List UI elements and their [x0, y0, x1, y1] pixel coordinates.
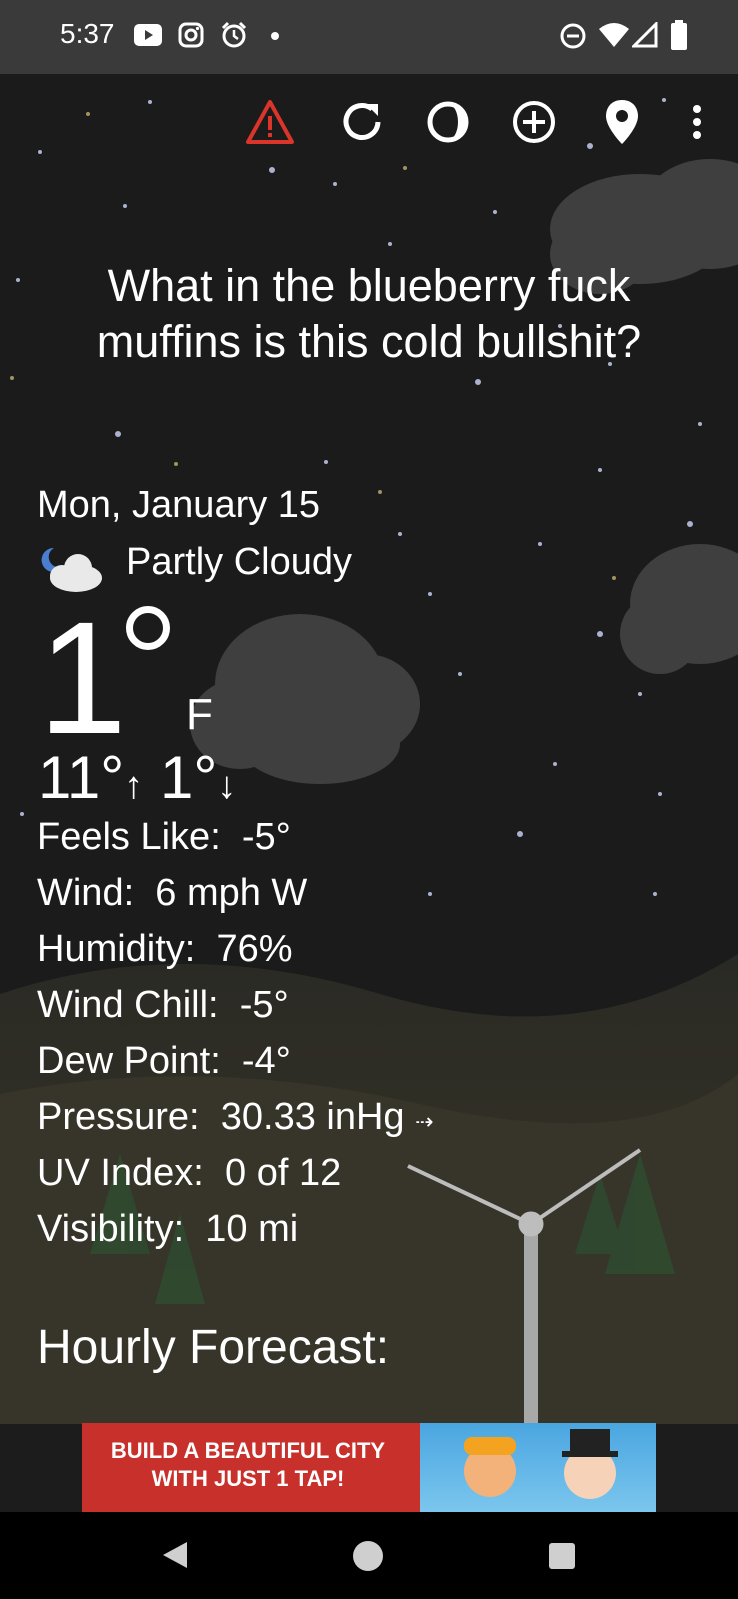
do-not-disturb-icon [560, 23, 586, 49]
partly-cloudy-night-icon [41, 547, 102, 592]
ad-characters-image [464, 1429, 618, 1499]
low-temp: 1° [159, 744, 218, 811]
detail-uv-index: UV Index: 0 of 12 [37, 1152, 342, 1194]
overflow-menu-icon[interactable] [682, 96, 712, 148]
instagram-icon [178, 22, 204, 48]
status-time: 5:37 [60, 18, 115, 49]
temperature-unit: F [186, 690, 213, 739]
high-temp: 11° [38, 744, 125, 811]
forecast-date: Mon, January 15 [37, 484, 321, 526]
pressure-trend-icon: ⇢ [415, 1109, 434, 1134]
youtube-icon [134, 24, 162, 46]
status-bar: 5:37 [0, 0, 738, 74]
add-location-icon[interactable] [508, 96, 560, 148]
ad-banner[interactable]: BUILD A BEAUTIFUL CITY WITH JUST 1 TAP! [82, 1423, 656, 1512]
current-temperature: 1 [38, 588, 127, 767]
alert-icon[interactable] [244, 96, 296, 148]
recents-icon[interactable] [548, 1542, 576, 1570]
condition-text: Partly Cloudy [126, 541, 352, 583]
detail-wind: Wind: 6 mph W [37, 872, 308, 914]
dot-icon [271, 32, 279, 40]
high-low: 11°↑ 1°↓ [38, 748, 236, 816]
back-icon[interactable] [160, 1540, 190, 1570]
ad-image [420, 1423, 656, 1512]
battery-icon [671, 20, 687, 50]
detail-pressure: Pressure: 30.33 inHg ⇢ [37, 1096, 434, 1138]
location-pin-icon[interactable] [596, 96, 648, 148]
detail-visibility: Visibility: 10 mi [37, 1208, 299, 1250]
signal-icon [632, 22, 658, 48]
refresh-icon[interactable] [336, 96, 388, 148]
arrow-up-icon: ↑ [124, 765, 144, 807]
hourly-forecast-heading: Hourly Forecast: [37, 1321, 390, 1374]
arrow-down-icon: ↓ [217, 765, 237, 807]
wifi-icon [599, 23, 629, 47]
weather-quote: What in the blueberry fuck muffins is th… [96, 260, 642, 367]
alarm-icon [221, 21, 247, 48]
home-icon[interactable] [352, 1540, 384, 1572]
navigation-bar [0, 1512, 738, 1599]
detail-humidity: Humidity: 76% [37, 928, 293, 970]
detail-wind-chill: Wind Chill: -5° [37, 984, 289, 1026]
ad-headline: BUILD A BEAUTIFUL CITY WITH JUST 1 TAP! [110, 1438, 386, 1491]
detail-dew-point: Dew Point: -4° [37, 1040, 291, 1082]
degree-symbol [126, 606, 170, 650]
detail-feels-like: Feels Like: -5° [37, 816, 291, 858]
theme-icon[interactable] [422, 96, 474, 148]
